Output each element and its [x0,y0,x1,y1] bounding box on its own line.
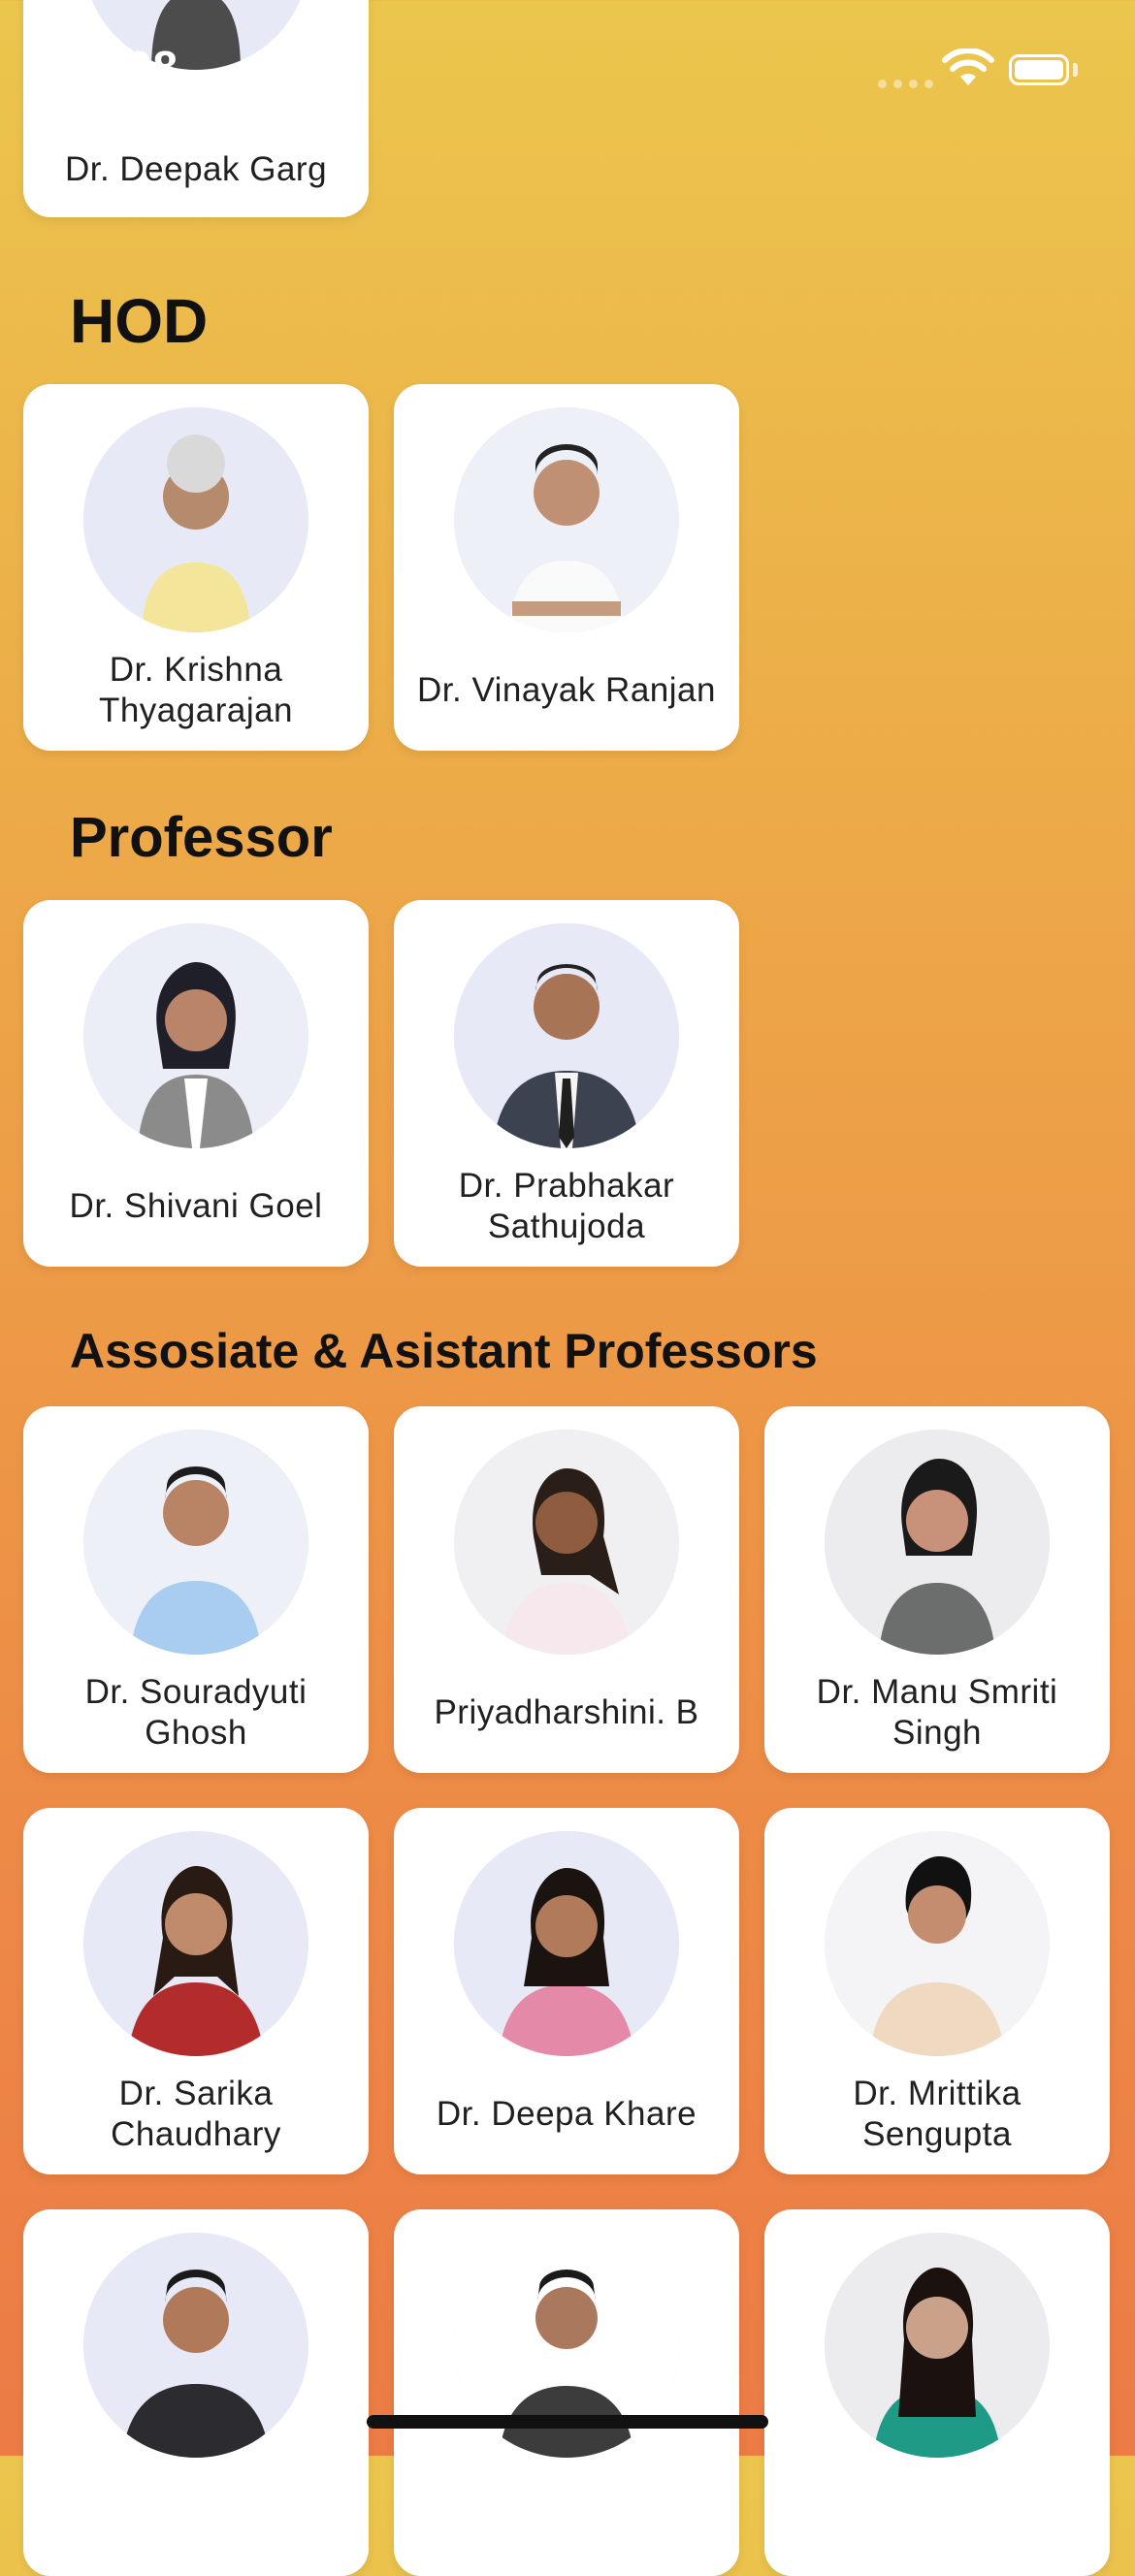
faculty-name: Dr. Sarika Chaudhary [111,2075,281,2153]
avatar [825,1831,1050,2056]
faculty-card[interactable]: Dr. Deepa Khare [394,1808,739,2174]
faculty-name: Dr. Shivani Goel [69,1187,323,1225]
faculty-card[interactable] [23,2209,369,2576]
avatar [83,1430,308,1655]
faculty-name: Dr. Souradyuti Ghosh [84,1673,308,1752]
faculty-name: Dr. Deepa Khare [436,2095,697,2133]
section-title-hod: HOD [70,286,209,356]
avatar [83,1831,308,2056]
avatar [83,923,308,1148]
faculty-card[interactable]: Dr. Prabhakar Sathujoda [394,900,739,1267]
avatar [825,1430,1050,1655]
faculty-card[interactable]: Dr. Sarika Chaudhary [23,1808,369,2174]
faculty-card[interactable]: Priyadharshini. B [394,1406,739,1773]
avatar [454,407,679,632]
status-bar: 3:08 [0,0,1135,136]
faculty-name: Dr. Manu Smriti Singh [816,1673,1058,1752]
faculty-card[interactable]: Dr. Mrittika Sengupta [764,1808,1110,2174]
faculty-name: Dr. Vinayak Ranjan [417,671,716,709]
faculty-card[interactable] [764,2209,1110,2576]
faculty-card[interactable]: Dr. Shivani Goel [23,900,369,1267]
faculty-name: Dr. Krishna Thyagarajan [98,651,294,729]
faculty-card[interactable] [394,2209,739,2576]
wifi-icon [941,48,995,92]
section-title-professor: Professor [70,806,333,869]
faculty-name: Dr. Mrittika Sengupta [853,2075,1022,2153]
faculty-name [33,2467,359,2564]
avatar [83,407,308,632]
avatar [454,1430,679,1655]
avatar [454,1831,679,2056]
status-time: 3:08 [85,42,179,92]
faculty-name [404,2467,730,2564]
faculty-card[interactable]: Dr. Vinayak Ranjan [394,384,739,751]
cellular-signal-icon [878,80,933,88]
avatar [454,923,679,1148]
faculty-name: Dr. Prabhakar Sathujoda [458,1167,675,1245]
avatar [83,2233,308,2458]
faculty-card[interactable]: Dr. Krishna Thyagarajan [23,384,369,751]
home-indicator[interactable] [367,2415,768,2429]
faculty-card[interactable]: Dr. Souradyuti Ghosh [23,1406,369,1773]
battery-icon [1009,54,1069,85]
faculty-name: Dr. Deepak Garg [64,150,328,188]
faculty-name: Priyadharshini. B [434,1693,699,1731]
faculty-card[interactable]: Dr. Manu Smriti Singh [764,1406,1110,1773]
avatar [825,2233,1050,2458]
section-title-associate: Assosiate & Asistant Professors [70,1324,818,1378]
faculty-name [774,2467,1100,2564]
